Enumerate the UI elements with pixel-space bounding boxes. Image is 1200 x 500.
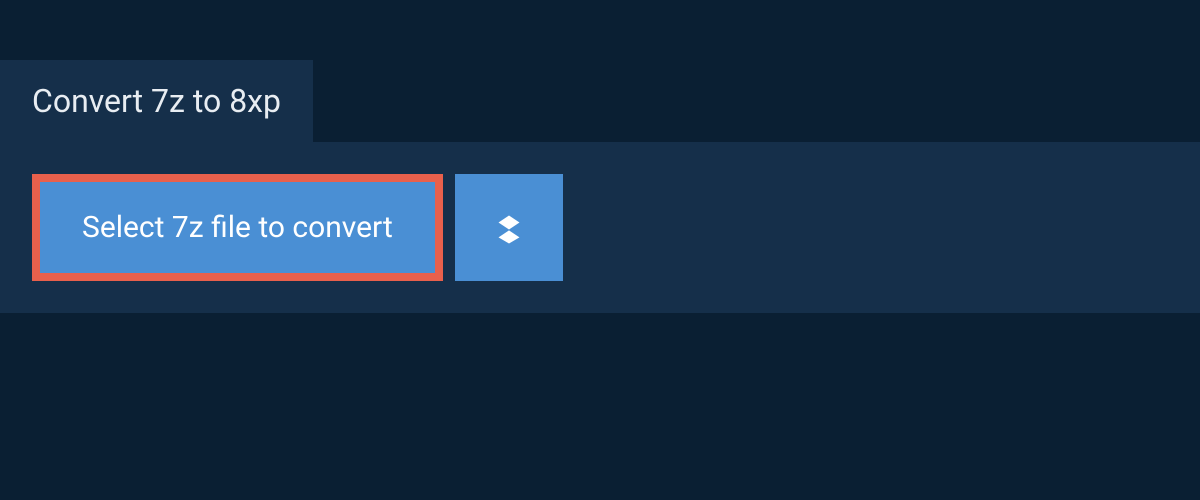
page-title: Convert 7z to 8xp (32, 82, 281, 120)
tab-header: Convert 7z to 8xp (0, 60, 313, 142)
dropbox-button[interactable] (455, 174, 563, 281)
button-row: Select 7z file to convert (32, 174, 1168, 281)
select-file-button[interactable]: Select 7z file to convert (32, 174, 443, 281)
select-file-label: Select 7z file to convert (82, 210, 393, 245)
dropbox-icon (488, 205, 530, 251)
upload-panel: Select 7z file to convert (0, 142, 1200, 313)
